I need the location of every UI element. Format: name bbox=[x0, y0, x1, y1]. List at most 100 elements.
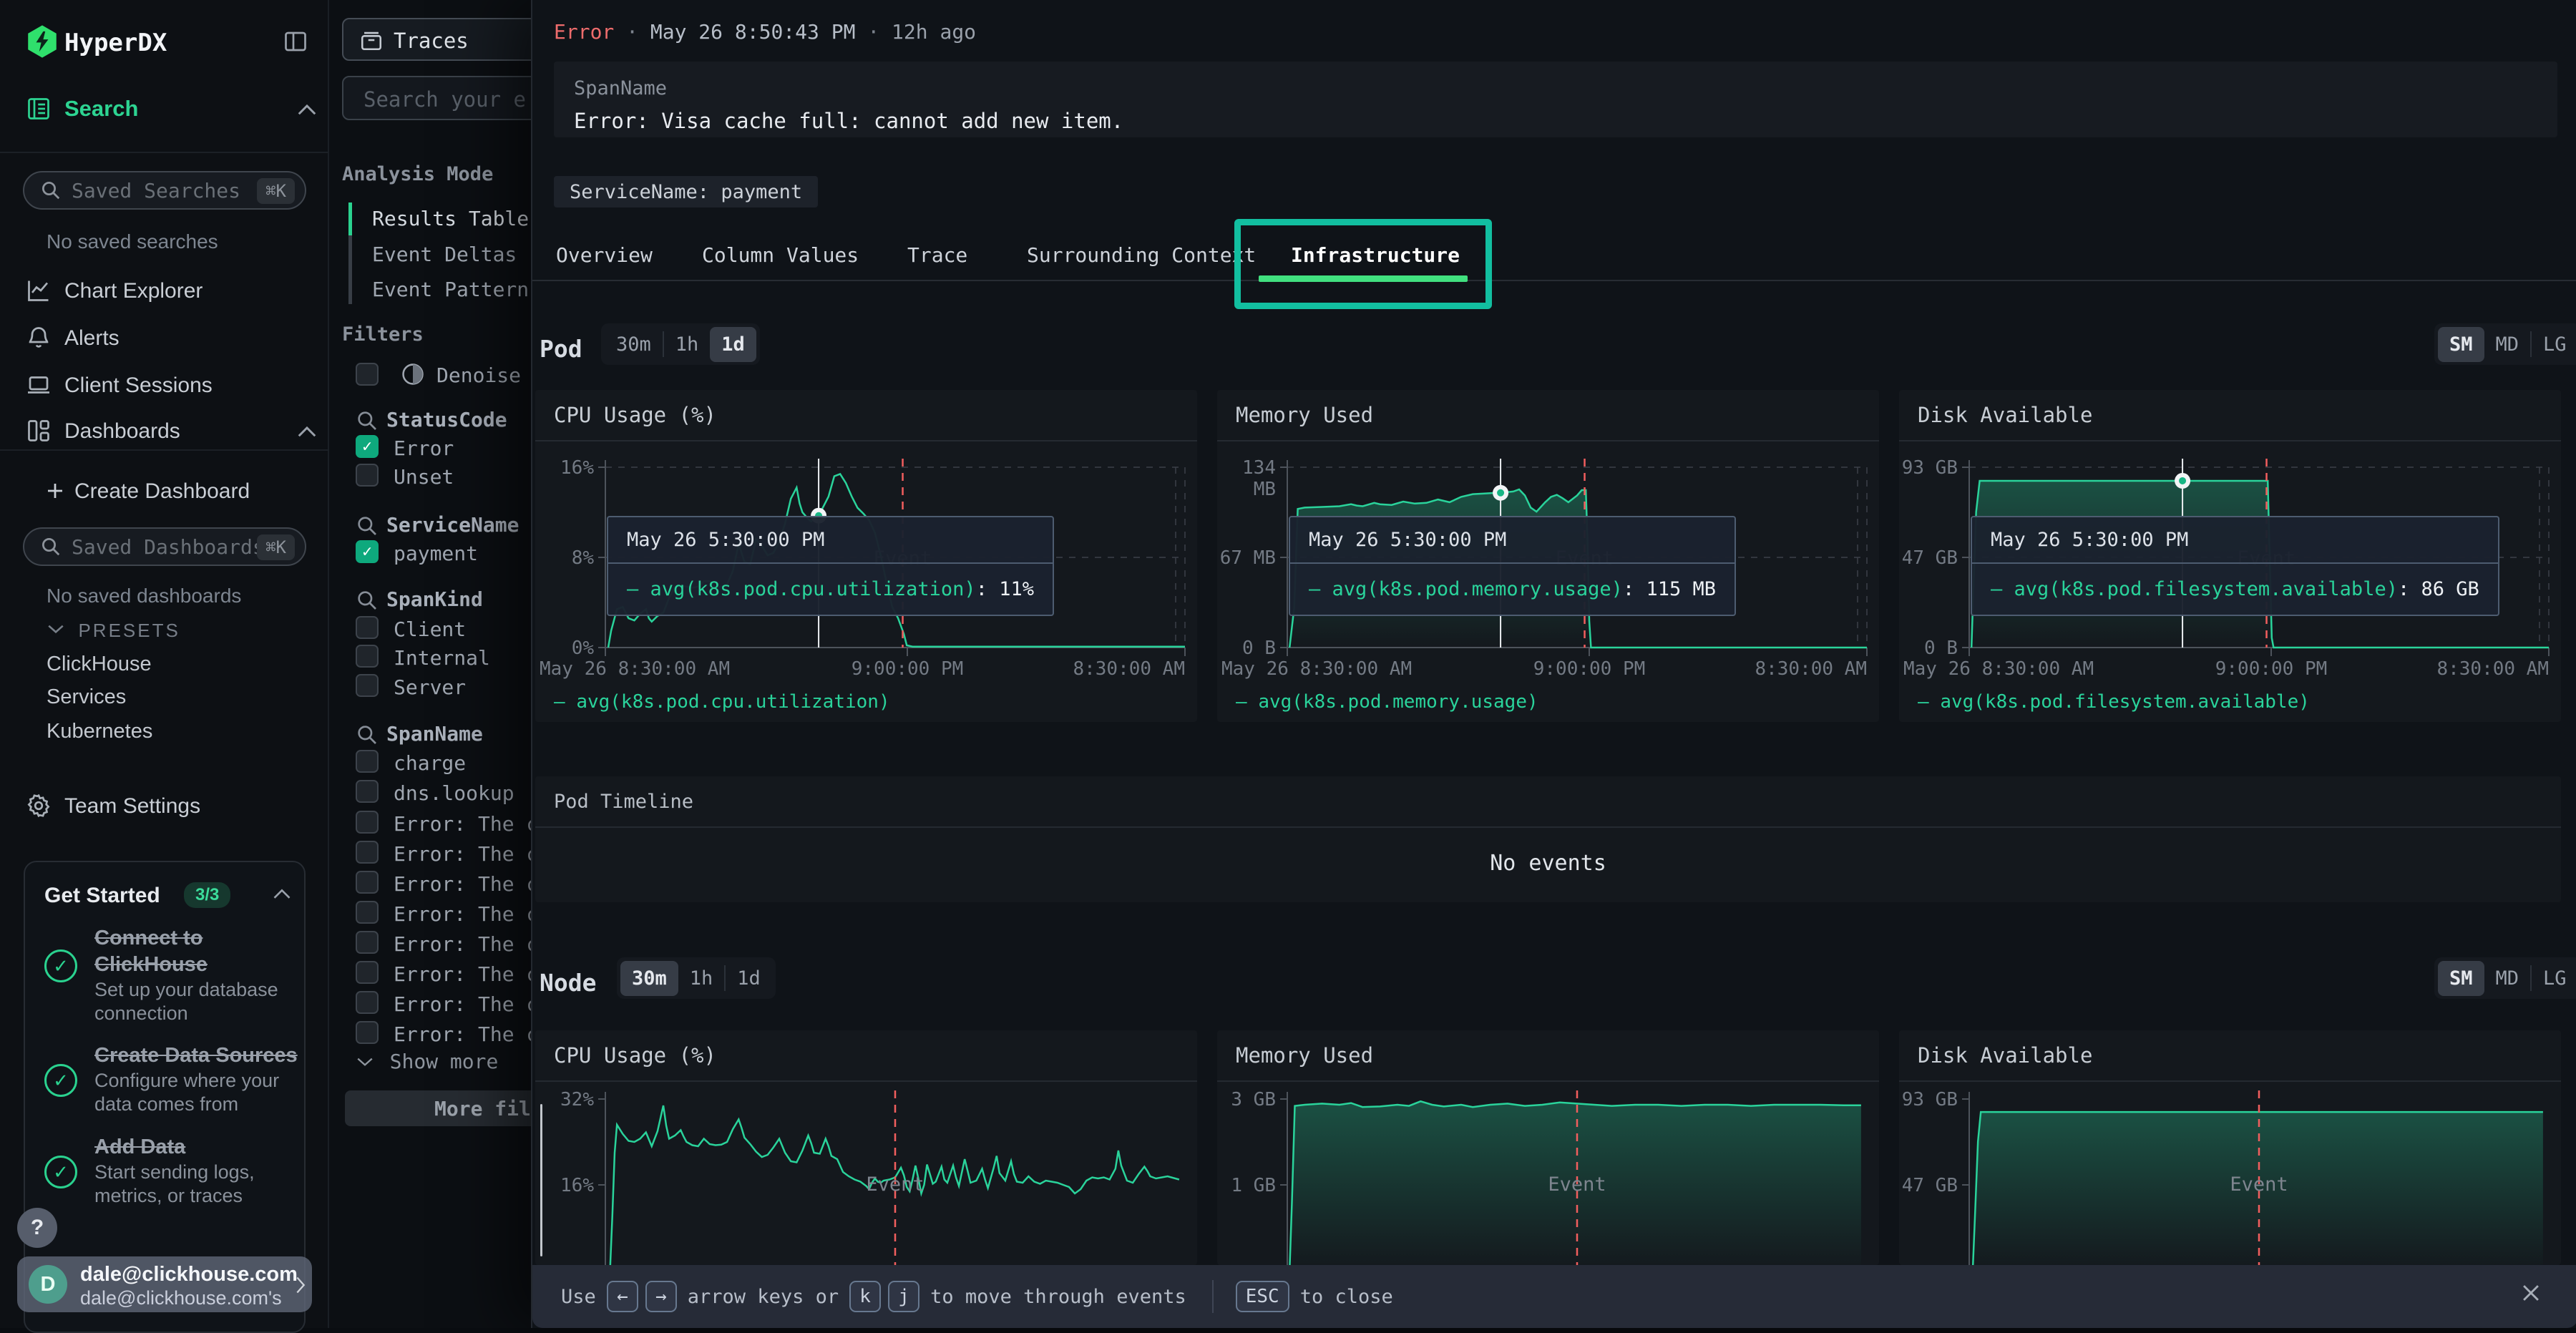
mode-event-deltas[interactable]: Event Deltas bbox=[372, 243, 517, 266]
range-1d[interactable]: 1d bbox=[710, 327, 756, 362]
chart-legend[interactable]: — avg(k8s.pod.memory.usage) bbox=[1236, 691, 1879, 713]
filter-checkbox[interactable] bbox=[356, 750, 379, 773]
preset-kubernetes[interactable]: Kubernetes bbox=[47, 720, 152, 743]
filter-option-label[interactable]: Error: The cr bbox=[394, 1022, 531, 1046]
filter-checkbox[interactable] bbox=[356, 901, 379, 924]
sidebar-item-search[interactable]: Search bbox=[0, 89, 329, 129]
filter-option-label[interactable]: Internal bbox=[394, 646, 490, 670]
filter-option-label[interactable]: Client bbox=[394, 617, 466, 641]
sidebar-item-alerts[interactable]: Alerts bbox=[0, 318, 329, 358]
filter-checkbox[interactable] bbox=[356, 991, 379, 1014]
logo-row: HyperDX bbox=[0, 21, 329, 62]
filter-checkbox[interactable] bbox=[356, 540, 379, 563]
filter-checkbox[interactable] bbox=[356, 645, 379, 668]
preset-services[interactable]: Services bbox=[47, 685, 126, 709]
filter-checkbox[interactable] bbox=[356, 1021, 379, 1044]
hyperdx-app: HyperDX Search Saved Searches ⌘K No save… bbox=[0, 0, 2576, 1328]
filter-checkbox[interactable] bbox=[356, 616, 379, 639]
close-icon[interactable] bbox=[2519, 1281, 2543, 1312]
denoise-checkbox[interactable] bbox=[356, 363, 379, 386]
create-dashboard-button[interactable]: Create Dashboard bbox=[0, 471, 329, 511]
collapse-sidebar-icon[interactable] bbox=[283, 29, 308, 54]
filter-option-label[interactable]: Error bbox=[394, 436, 454, 460]
saved-dashboards-input[interactable]: Saved Dashboards ⌘K bbox=[23, 527, 306, 566]
chevron-up-icon bbox=[296, 102, 318, 117]
tab-surrounding-context[interactable]: Surrounding Context bbox=[1027, 243, 1256, 267]
filter-checkbox[interactable] bbox=[356, 780, 379, 803]
search-icon[interactable] bbox=[356, 589, 379, 617]
sidebar-item-dashboards[interactable]: Dashboards bbox=[0, 411, 329, 451]
show-more-toggle[interactable]: Show more bbox=[356, 1050, 498, 1073]
filter-checkbox[interactable] bbox=[356, 961, 379, 984]
range-1d[interactable]: 1d bbox=[726, 961, 772, 996]
chart-title: CPU Usage (%) bbox=[554, 1043, 716, 1068]
filter-option-label[interactable]: payment bbox=[394, 542, 478, 565]
preset-clickhouse[interactable]: ClickHouse bbox=[47, 653, 152, 676]
filter-option-label[interactable]: charge bbox=[394, 751, 466, 775]
search-icon[interactable] bbox=[356, 514, 379, 542]
service-name-tag[interactable]: ServiceName: payment bbox=[554, 176, 818, 207]
node-memory-chart[interactable]: 3 GB1 GBEvent bbox=[1217, 1082, 1879, 1265]
filter-option-label[interactable]: Unset bbox=[394, 465, 454, 489]
filter-checkbox[interactable] bbox=[356, 931, 379, 954]
divider bbox=[0, 152, 329, 153]
filter-option-label[interactable]: Error: The cr bbox=[394, 962, 531, 986]
size-md[interactable]: MD bbox=[2484, 327, 2531, 362]
filter-checkbox[interactable] bbox=[356, 464, 379, 487]
filter-option-label[interactable]: Error: The cr bbox=[394, 812, 531, 836]
filter-checkbox[interactable] bbox=[356, 811, 379, 834]
range-30m[interactable]: 30m bbox=[605, 327, 663, 362]
filter-option-label[interactable]: Error: The cr bbox=[394, 932, 531, 956]
range-1h[interactable]: 1h bbox=[664, 327, 711, 362]
range-30m[interactable]: 30m bbox=[620, 961, 678, 996]
filter-checkbox[interactable] bbox=[356, 674, 379, 697]
range-1h[interactable]: 1h bbox=[678, 961, 725, 996]
presets-label: PRESETS bbox=[78, 620, 180, 641]
filter-group-spankind: SpanKind bbox=[386, 587, 483, 611]
sidebar-item-team-settings[interactable]: Team Settings bbox=[0, 786, 329, 826]
tooltip-series-row: — avg(k8s.pod.filesystem.available): 86 … bbox=[1972, 564, 2498, 615]
size-sm[interactable]: SM bbox=[2438, 327, 2484, 362]
size-md[interactable]: MD bbox=[2484, 961, 2531, 996]
filter-option-label[interactable]: Server bbox=[394, 675, 466, 699]
chevron-up-icon[interactable] bbox=[272, 887, 292, 901]
tab-trace[interactable]: Trace bbox=[907, 243, 967, 267]
drawer-scrollbar-thumb[interactable] bbox=[540, 1104, 542, 1256]
filter-option-label[interactable]: Error: The cr bbox=[394, 992, 531, 1016]
filter-option-label[interactable]: dns.lookup bbox=[394, 781, 514, 805]
node-disk-chart[interactable]: 93 GB47 GBEvent bbox=[1899, 1082, 2561, 1265]
search-icon[interactable] bbox=[356, 409, 379, 437]
mode-event-patterns[interactable]: Event Patterns bbox=[372, 278, 531, 301]
node-cpu-chart[interactable]: 32%16%Event bbox=[535, 1082, 1197, 1265]
event-search-input[interactable]: Search your e bbox=[342, 76, 531, 120]
sidebar-item-client-sessions[interactable]: Client Sessions bbox=[0, 365, 329, 405]
more-filters-button[interactable]: More fil bbox=[345, 1090, 531, 1126]
size-lg[interactable]: LG bbox=[2532, 961, 2576, 996]
search-icon[interactable] bbox=[356, 723, 379, 751]
check-circle-icon: ✓ bbox=[44, 1156, 77, 1188]
sidebar-item-label: Alerts bbox=[64, 326, 119, 351]
presets-toggle[interactable]: PRESETS bbox=[47, 620, 180, 642]
sidebar-item-chart-explorer[interactable]: Chart Explorer bbox=[0, 270, 329, 311]
search-icon bbox=[40, 180, 62, 201]
filter-checkbox[interactable] bbox=[356, 435, 379, 458]
chart-legend[interactable]: — avg(k8s.pod.cpu.utilization) bbox=[554, 691, 1197, 713]
size-lg[interactable]: LG bbox=[2532, 327, 2576, 362]
filter-checkbox[interactable] bbox=[356, 841, 379, 864]
filter-checkbox[interactable] bbox=[356, 871, 379, 894]
mode-results-table[interactable]: Results Table bbox=[372, 207, 529, 230]
span-name-card: SpanName Error: Visa cache full: cannot … bbox=[554, 62, 2557, 137]
filter-option-label[interactable]: Error: The cr bbox=[394, 842, 531, 866]
event-timestamp: May 26 8:50:43 PM bbox=[650, 20, 856, 44]
chart-legend[interactable]: — avg(k8s.pod.filesystem.available) bbox=[1918, 691, 2561, 713]
tab-overview[interactable]: Overview bbox=[556, 243, 653, 267]
filter-option-label[interactable]: Error: The cr bbox=[394, 872, 531, 896]
source-select[interactable]: Traces bbox=[342, 18, 531, 61]
size-sm[interactable]: SM bbox=[2438, 961, 2484, 996]
filter-option-label[interactable]: Error: The cr bbox=[394, 902, 531, 926]
tab-column-values[interactable]: Column Values bbox=[702, 243, 859, 267]
saved-searches-input[interactable]: Saved Searches ⌘K bbox=[23, 171, 306, 210]
user-account-chip[interactable]: D dale@clickhouse.com dale@clickhouse.co… bbox=[17, 1256, 312, 1312]
chevron-right-icon bbox=[293, 1275, 308, 1295]
help-button[interactable]: ? bbox=[17, 1208, 57, 1248]
